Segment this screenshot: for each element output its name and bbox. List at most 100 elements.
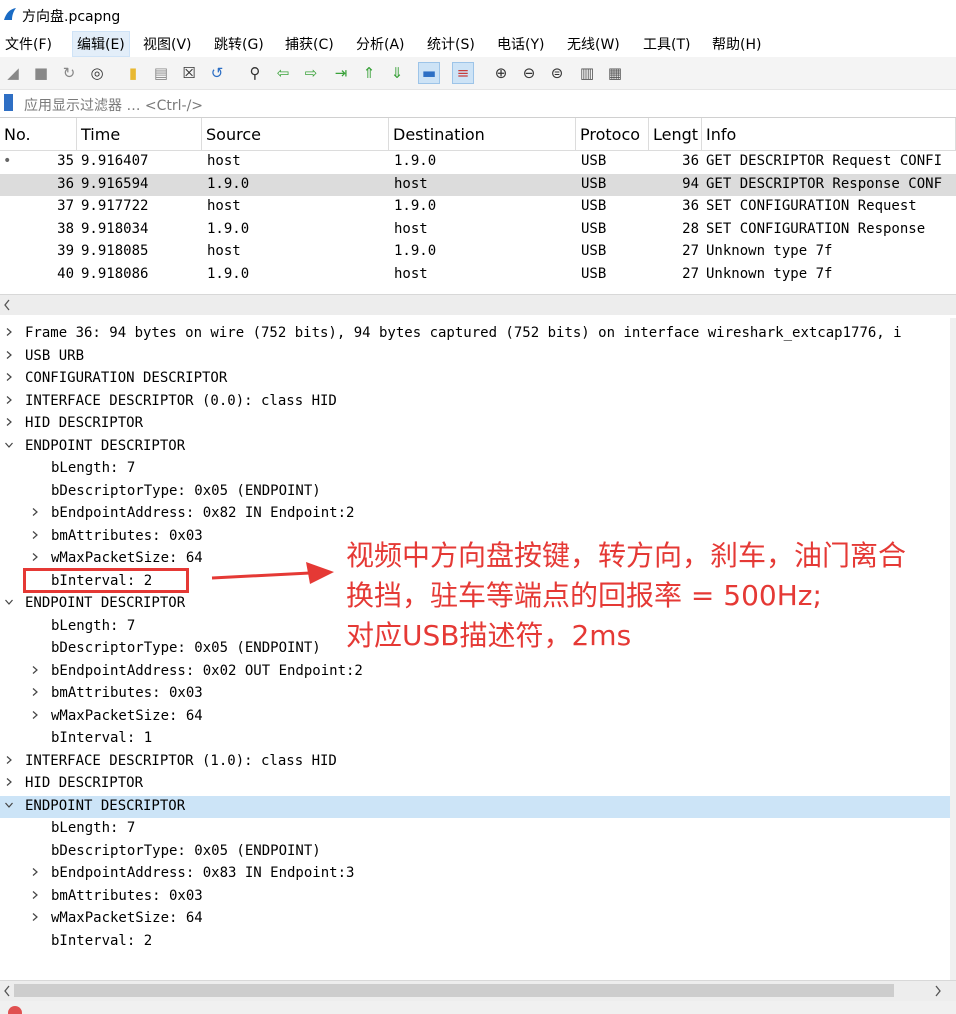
- zoom-in-icon[interactable]: ⊕: [490, 62, 512, 84]
- scroll-left-icon[interactable]: [3, 299, 11, 311]
- chevron-down-icon[interactable]: [5, 441, 13, 449]
- scroll-left-icon[interactable]: [3, 985, 11, 997]
- packet-row[interactable]: 40 9.918086 1.9.0 host USB 27 Unknown type 7f: [0, 264, 956, 287]
- display-filter-input[interactable]: 应用显示过滤器 … <Ctrl-/>: [24, 95, 203, 115]
- detail-row[interactable]: bEndpointAddress: 0x02 OUT Endpoint:2: [0, 661, 950, 683]
- detail-row[interactable]: bLength: 7: [0, 818, 950, 840]
- chevron-right-icon[interactable]: [31, 913, 39, 921]
- detail-row[interactable]: bEndpointAddress: 0x83 IN Endpoint:3: [0, 863, 950, 885]
- main-toolbar: ◢ ■ ↻ ◎ ▮ ▤ ☒ ↺ ⚲ ⇦ ⇨ ⇥ ⇑ ⇓ ▬ ≡ ⊕ ⊖ ⊜ ▥ ▦: [0, 57, 956, 90]
- chevron-right-icon[interactable]: [5, 328, 13, 336]
- detail-row[interactable]: INTERFACE DESCRIPTOR (0.0): class HID: [0, 391, 950, 413]
- menu-item[interactable]: 分析(A): [355, 34, 406, 54]
- stop-capture-icon[interactable]: ■: [30, 62, 52, 84]
- detail-row[interactable]: HID DESCRIPTOR: [0, 413, 950, 435]
- bookmark-icon[interactable]: [4, 94, 13, 111]
- reload-file-icon[interactable]: ↺: [206, 62, 228, 84]
- display-filter-bar[interactable]: 应用显示过滤器 … <Ctrl-/>: [0, 90, 956, 118]
- expert-info-icon[interactable]: [8, 1006, 22, 1014]
- menu-item[interactable]: 视图(V): [142, 34, 193, 54]
- detail-row[interactable]: bLength: 7: [0, 458, 950, 480]
- detail-row[interactable]: ENDPOINT DESCRIPTOR: [0, 436, 950, 458]
- menu-item[interactable]: 帮助(H): [711, 34, 762, 54]
- chevron-right-icon[interactable]: [31, 665, 39, 674]
- go-forward-icon[interactable]: ⇨: [300, 62, 322, 84]
- detail-row[interactable]: bDescriptorType: 0x05 (ENDPOINT): [0, 841, 950, 863]
- menu-item[interactable]: 工具(T): [642, 34, 691, 54]
- chevron-right-icon[interactable]: [5, 395, 13, 404]
- scrollbar-thumb[interactable]: [14, 984, 894, 997]
- packet-row[interactable]: 39 9.918085 host 1.9.0 USB 27 Unknown type 7f: [0, 241, 956, 264]
- menu-item[interactable]: 无线(W): [566, 34, 621, 54]
- column-header[interactable]: Info: [702, 118, 956, 151]
- last-packet-icon[interactable]: ⇓: [386, 62, 408, 84]
- scroll-right-icon[interactable]: [934, 985, 942, 997]
- detail-row[interactable]: wMaxPacketSize: 64: [0, 706, 950, 728]
- column-header[interactable]: Source: [202, 118, 389, 151]
- packet-row[interactable]: 38 9.918034 1.9.0 host USB 28 SET CONFIGURATIO…: [0, 219, 956, 242]
- go-back-icon[interactable]: ⇦: [272, 62, 294, 84]
- detail-row[interactable]: INTERFACE DESCRIPTOR (1.0): class HID: [0, 751, 950, 773]
- chevron-down-icon[interactable]: [5, 801, 13, 809]
- menu-item[interactable]: 统计(S): [426, 34, 476, 54]
- restart-capture-icon[interactable]: ↻: [58, 62, 80, 84]
- save-file-icon[interactable]: ▤: [150, 62, 172, 84]
- detail-row[interactable]: bDescriptorType: 0x05 (ENDPOINT): [0, 481, 950, 503]
- chevron-right-icon[interactable]: [5, 373, 13, 381]
- column-header[interactable]: No.: [0, 118, 77, 151]
- detail-row[interactable]: CONFIGURATION DESCRIPTOR: [0, 368, 950, 390]
- zoom-out-icon[interactable]: ⊖: [518, 62, 540, 84]
- find-packet-icon[interactable]: ⚲: [244, 62, 266, 84]
- detail-row[interactable]: bmAttributes: 0x03: [0, 683, 950, 705]
- detail-row[interactable]: bEndpointAddress: 0x82 IN Endpoint:2: [0, 503, 950, 525]
- chevron-right-icon[interactable]: [5, 755, 13, 764]
- chevron-right-icon[interactable]: [31, 868, 39, 876]
- menu-item[interactable]: 跳转(G): [213, 34, 265, 54]
- detail-row[interactable]: bInterval: 1: [0, 728, 950, 750]
- packet-destination: 1.9.0: [394, 198, 437, 214]
- packet-list-hscrollbar[interactable]: [0, 294, 956, 315]
- autoscroll-icon[interactable]: ▬: [418, 62, 440, 84]
- chevron-down-icon[interactable]: [5, 598, 13, 606]
- packet-row[interactable]: • 35 9.916407 host 1.9.0 USB 36 GET DESCRIPTOR …: [0, 151, 956, 174]
- packet-row[interactable]: 36 9.916594 1.9.0 host USB 94 GET DESCRIPTOR R…: [0, 173, 956, 196]
- chevron-right-icon[interactable]: [5, 350, 13, 359]
- open-file-icon[interactable]: ▮: [122, 62, 144, 84]
- chevron-right-icon[interactable]: [31, 710, 39, 719]
- capture-options-icon[interactable]: ◎: [86, 62, 108, 84]
- go-to-packet-icon[interactable]: ⇥: [330, 62, 352, 84]
- close-file-icon[interactable]: ☒: [178, 62, 200, 84]
- chevron-right-icon[interactable]: [31, 508, 39, 516]
- detail-row[interactable]: ENDPOINT DESCRIPTOR: [0, 795, 950, 818]
- first-packet-icon[interactable]: ⇑: [358, 62, 380, 84]
- detail-row[interactable]: bmAttributes: 0x03: [0, 886, 950, 908]
- column-header[interactable]: Lengt: [649, 118, 702, 151]
- chevron-right-icon[interactable]: [31, 890, 39, 899]
- detail-row[interactable]: wMaxPacketSize: 64: [0, 908, 950, 930]
- column-header[interactable]: Time: [77, 118, 202, 151]
- detail-row[interactable]: HID DESCRIPTOR: [0, 773, 950, 795]
- colorize-icon[interactable]: ≡: [452, 62, 474, 84]
- start-capture-icon[interactable]: ◢: [2, 62, 24, 84]
- chevron-right-icon[interactable]: [5, 418, 13, 426]
- detail-row[interactable]: Frame 36: 94 bytes on wire (752 bits), 9…: [0, 323, 950, 345]
- menu-item[interactable]: 文件(F): [4, 34, 53, 54]
- detail-row[interactable]: USB URB: [0, 346, 950, 368]
- resize-columns-icon[interactable]: ▥: [576, 62, 598, 84]
- column-header[interactable]: Destination: [389, 118, 576, 151]
- packet-row[interactable]: 37 9.917722 host 1.9.0 USB 36 SET CONFIGURATIO…: [0, 196, 956, 219]
- details-hscrollbar[interactable]: [0, 980, 956, 1001]
- chevron-right-icon[interactable]: [31, 553, 39, 561]
- normal-size-icon[interactable]: ⊜: [546, 62, 568, 84]
- column-header[interactable]: Protoco: [576, 118, 649, 151]
- packet-protocol: USB: [581, 265, 607, 282]
- menu-item[interactable]: 捕获(C): [284, 34, 335, 54]
- chevron-right-icon[interactable]: [31, 530, 39, 539]
- packet-length: 27: [682, 243, 699, 259]
- menu-item[interactable]: 电话(Y): [496, 34, 545, 54]
- layout-icon[interactable]: ▦: [604, 62, 626, 84]
- chevron-right-icon[interactable]: [31, 688, 39, 696]
- menu-item[interactable]: 编辑(E): [72, 31, 130, 57]
- detail-row[interactable]: bInterval: 2: [0, 931, 950, 953]
- chevron-right-icon[interactable]: [5, 778, 13, 786]
